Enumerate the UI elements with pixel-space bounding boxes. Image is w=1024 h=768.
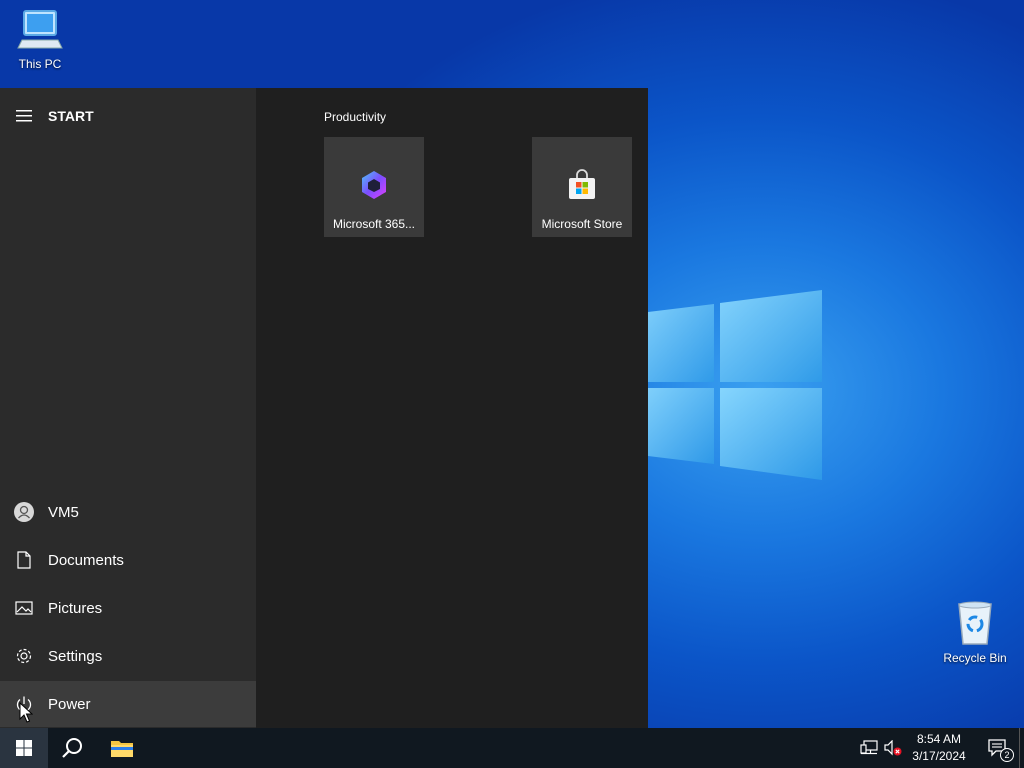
file-explorer-button[interactable] bbox=[98, 728, 146, 768]
mouse-cursor-icon bbox=[19, 702, 33, 723]
desktop-icon-this-pc[interactable]: This PC bbox=[0, 8, 80, 71]
microsoft-365-icon bbox=[362, 171, 386, 199]
network-icon bbox=[860, 740, 878, 755]
tiles-area: Productivity Microsoft 365... Microsoft … bbox=[256, 88, 648, 728]
show-desktop-button[interactable] bbox=[1019, 728, 1024, 768]
rail-item-label: VM5 bbox=[48, 503, 79, 521]
clock-time: 8:54 AM bbox=[916, 732, 962, 746]
desktop-icon-label: This PC bbox=[18, 57, 62, 71]
rail-item-pictures[interactable]: Pictures bbox=[0, 585, 256, 631]
windows-logo-icon bbox=[16, 740, 32, 756]
clock-date: 3/17/2024 bbox=[912, 749, 966, 763]
gear-icon bbox=[0, 647, 48, 665]
start-menu-rail: START VM5 Documents Pictures Settings Po… bbox=[0, 88, 256, 728]
folder-icon bbox=[111, 741, 133, 757]
hamburger-icon bbox=[0, 110, 48, 122]
volume-tray-icon[interactable] bbox=[884, 739, 902, 761]
rail-item-label: Power bbox=[48, 695, 91, 713]
rail-item-documents[interactable]: Documents bbox=[0, 537, 256, 583]
tile-group-title: Productivity bbox=[324, 110, 387, 124]
windows-wallpaper-logo bbox=[648, 290, 822, 480]
start-button[interactable] bbox=[0, 728, 48, 768]
document-icon bbox=[0, 551, 48, 569]
tile-microsoft-store[interactable]: Microsoft Store bbox=[532, 137, 632, 237]
rail-item-label: Documents bbox=[48, 551, 124, 569]
rail-item-label: Pictures bbox=[48, 599, 103, 617]
user-avatar-icon bbox=[0, 502, 48, 522]
rail-item-label: Settings bbox=[48, 647, 103, 665]
computer-icon bbox=[17, 10, 63, 49]
network-tray-icon[interactable] bbox=[860, 740, 878, 761]
microsoft-store-icon bbox=[569, 169, 595, 199]
rail-item-settings[interactable]: Settings bbox=[0, 633, 256, 679]
start-menu: START VM5 Documents Pictures Settings Po… bbox=[0, 88, 648, 728]
action-center-button[interactable]: 2 bbox=[978, 728, 1018, 768]
pictures-icon bbox=[0, 601, 48, 615]
taskbar-clock[interactable]: 8:54 AM 3/17/2024 bbox=[906, 731, 972, 765]
speaker-muted-icon bbox=[884, 739, 902, 756]
rail-item-user[interactable]: VM5 bbox=[0, 489, 256, 535]
tile-label: Microsoft Store bbox=[541, 217, 623, 231]
taskbar: 8:54 AM 3/17/2024 2 bbox=[0, 728, 1024, 768]
start-menu-title: START bbox=[48, 108, 94, 124]
desktop-icon-label: Recycle Bin bbox=[943, 651, 1007, 665]
search-button[interactable] bbox=[48, 728, 96, 768]
start-menu-expand-button[interactable]: START bbox=[0, 93, 256, 139]
rail-item-power[interactable]: Power bbox=[0, 681, 256, 727]
desktop-icon-recycle-bin[interactable]: Recycle Bin bbox=[935, 600, 1015, 665]
recycle-bin-icon bbox=[958, 601, 992, 645]
tile-label: Microsoft 365... bbox=[332, 217, 416, 231]
tile-microsoft-365[interactable]: Microsoft 365... bbox=[324, 137, 424, 237]
search-icon bbox=[62, 738, 82, 758]
notification-count-badge: 2 bbox=[1000, 748, 1014, 762]
